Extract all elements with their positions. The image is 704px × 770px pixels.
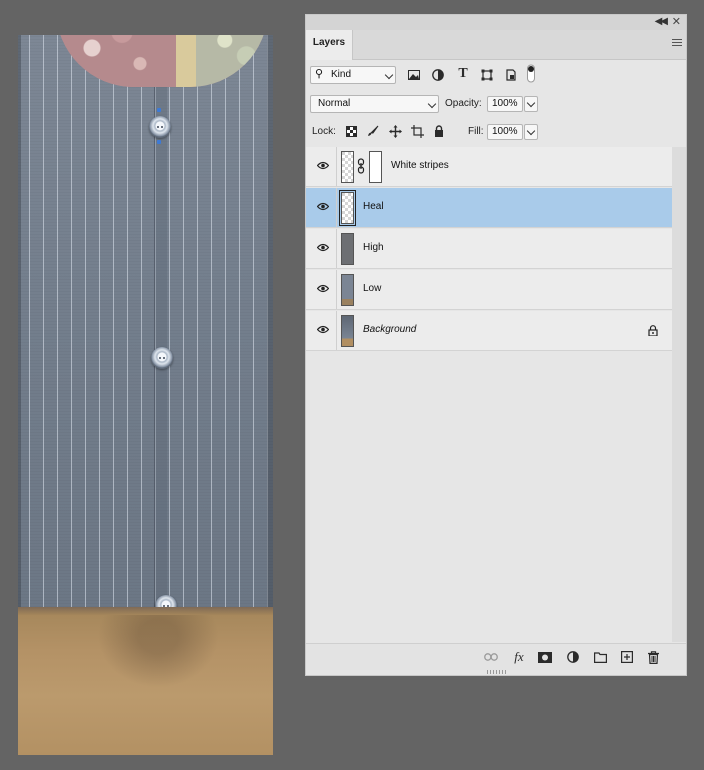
shirt-image (18, 35, 273, 607)
blend-mode-select[interactable]: Normal (310, 95, 439, 113)
layer-name[interactable]: Heal (363, 201, 384, 212)
shape-filter-icon[interactable] (480, 68, 494, 82)
image-filter-icon[interactable] (407, 68, 421, 82)
shirt-placket (154, 75, 167, 607)
opacity-label: Opacity: (445, 98, 482, 109)
layers-bottom-toolbar: fx (306, 643, 686, 670)
layer-thumbnail[interactable] (339, 190, 356, 226)
surface-shadow-band (18, 607, 273, 615)
panel-titlebar: ◀◀ ✕ (306, 15, 686, 30)
filter-toggle-icon[interactable] (526, 64, 536, 84)
visibility-column-divider (336, 270, 337, 309)
shirt-button (151, 347, 173, 369)
blend-row: Normal Opacity: 100% (306, 95, 686, 115)
visibility-column-divider (336, 188, 337, 227)
layer-thumbnail[interactable] (341, 233, 354, 265)
layers-panel: ◀◀ ✕ Layers ⚲ Kind T Normal Opacity: 100… (305, 14, 687, 676)
eye-icon[interactable] (317, 325, 329, 334)
layer-name[interactable]: White stripes (391, 160, 449, 171)
fill-dropdown-button[interactable] (524, 124, 538, 140)
fill-label: Fill: (468, 126, 484, 137)
layers-list: White stripes Heal High Low Background (306, 147, 672, 352)
layer-row-low[interactable]: Low (306, 270, 672, 310)
adjustment-layer-icon[interactable] (566, 650, 580, 664)
panel-tab-row: Layers (306, 30, 686, 60)
shirt-edge-shadow-right (267, 35, 273, 607)
layer-thumbnail[interactable] (341, 274, 354, 306)
add-mask-icon[interactable] (538, 650, 552, 664)
layer-name[interactable]: Low (363, 283, 381, 294)
layer-thumbnail[interactable] (341, 151, 354, 183)
visibility-column-divider (336, 311, 337, 350)
button-stitch (157, 140, 161, 144)
layer-row-high[interactable]: High (306, 229, 672, 269)
lock-position-icon[interactable] (388, 124, 402, 138)
tab-layers[interactable]: Layers (306, 30, 353, 60)
chain-link-icon[interactable] (357, 158, 365, 174)
eye-icon[interactable] (317, 161, 329, 170)
filter-row: ⚲ Kind T (306, 64, 686, 86)
lock-transparent-pixels-icon[interactable] (344, 124, 358, 138)
eye-icon[interactable] (317, 243, 329, 252)
filter-kind-label: Kind (331, 69, 352, 80)
collar-lining-strip (176, 35, 196, 87)
opacity-input[interactable]: 100% (487, 96, 523, 112)
chevron-down-icon (427, 99, 437, 109)
shirt-button (149, 116, 171, 138)
delete-layer-icon[interactable] (646, 650, 660, 664)
layer-mask-thumbnail[interactable] (369, 151, 382, 183)
new-layer-icon[interactable] (620, 650, 634, 664)
panel-resize-grip[interactable] (487, 670, 507, 674)
collapse-panel-icon[interactable]: ◀◀ (655, 16, 668, 27)
layer-row-white-stripes[interactable]: White stripes (306, 147, 672, 187)
eye-icon[interactable] (317, 202, 329, 211)
collar-floral-pattern (196, 35, 268, 87)
eye-icon[interactable] (317, 284, 329, 293)
layer-thumbnail[interactable] (341, 315, 354, 347)
wooden-surface (18, 607, 273, 755)
lock-image-pixels-icon[interactable] (366, 124, 380, 138)
document-canvas[interactable] (18, 35, 273, 755)
blend-mode-value: Normal (318, 98, 351, 109)
lock-label: Lock: (312, 126, 336, 137)
lock-artboard-icon[interactable] (410, 124, 424, 138)
fx-icon[interactable]: fx (512, 649, 526, 664)
opacity-dropdown-button[interactable] (524, 96, 538, 112)
shirt-edge-shadow-left (18, 35, 21, 607)
layer-name[interactable]: High (363, 242, 384, 253)
search-icon: ⚲ (315, 68, 324, 80)
layer-row-heal[interactable]: Heal (306, 188, 672, 228)
chevron-down-icon (384, 70, 394, 80)
layer-name[interactable]: Background (363, 324, 416, 335)
collar-paisley-pattern (56, 35, 176, 87)
lock-icon[interactable] (648, 325, 658, 336)
new-group-icon[interactable] (593, 650, 607, 664)
fill-input[interactable]: 100% (487, 124, 523, 140)
type-filter-icon[interactable]: T (456, 66, 470, 81)
visibility-column-divider (336, 229, 337, 268)
link-layers-icon[interactable] (484, 650, 498, 664)
visibility-column-divider (336, 147, 337, 186)
shirt-collar (56, 35, 268, 87)
lock-all-icon[interactable] (432, 124, 446, 138)
layer-row-background[interactable]: Background (306, 311, 672, 351)
lock-row: Lock: Fill: 100% (306, 123, 686, 143)
smart-object-filter-icon[interactable] (504, 68, 518, 82)
close-panel-icon[interactable]: ✕ (672, 15, 681, 28)
filter-kind-select[interactable]: ⚲ Kind (310, 66, 396, 84)
layers-scrollbar[interactable] (672, 147, 686, 642)
panel-menu-icon[interactable] (672, 39, 682, 48)
adjustment-filter-icon[interactable] (431, 68, 445, 82)
button-stitch (157, 108, 161, 112)
